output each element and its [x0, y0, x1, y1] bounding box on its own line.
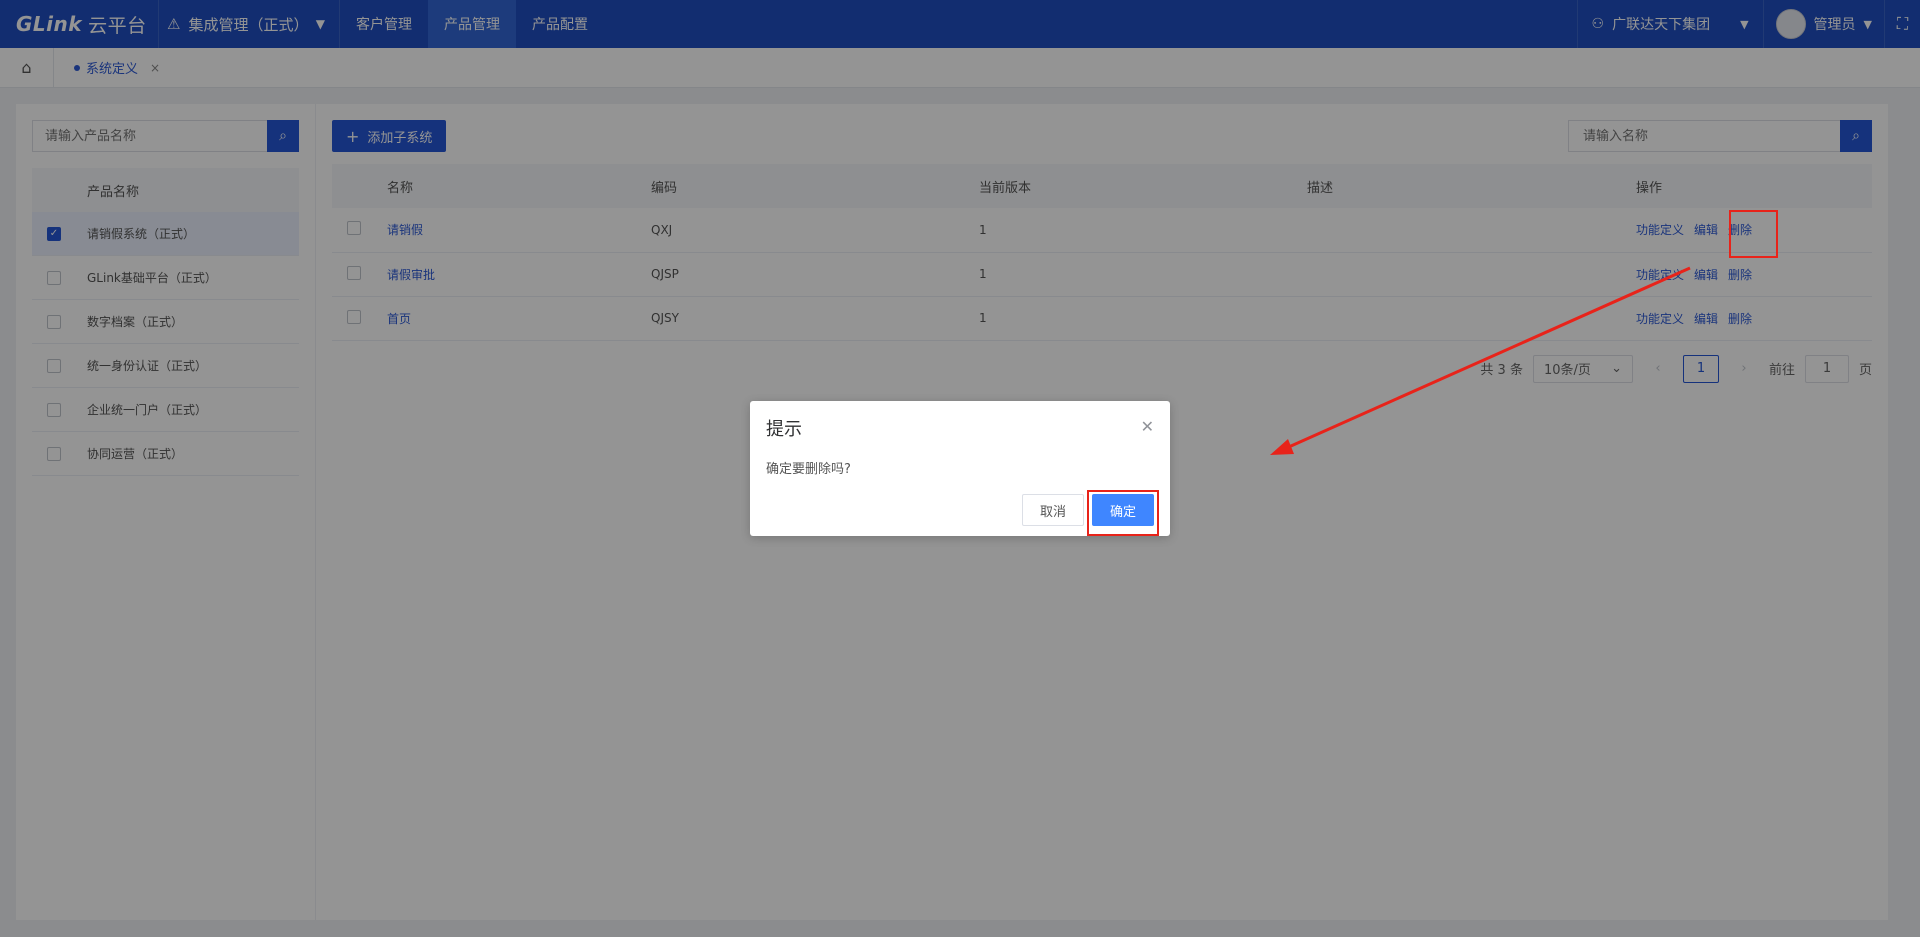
- annotation-arrow: [1270, 266, 1691, 455]
